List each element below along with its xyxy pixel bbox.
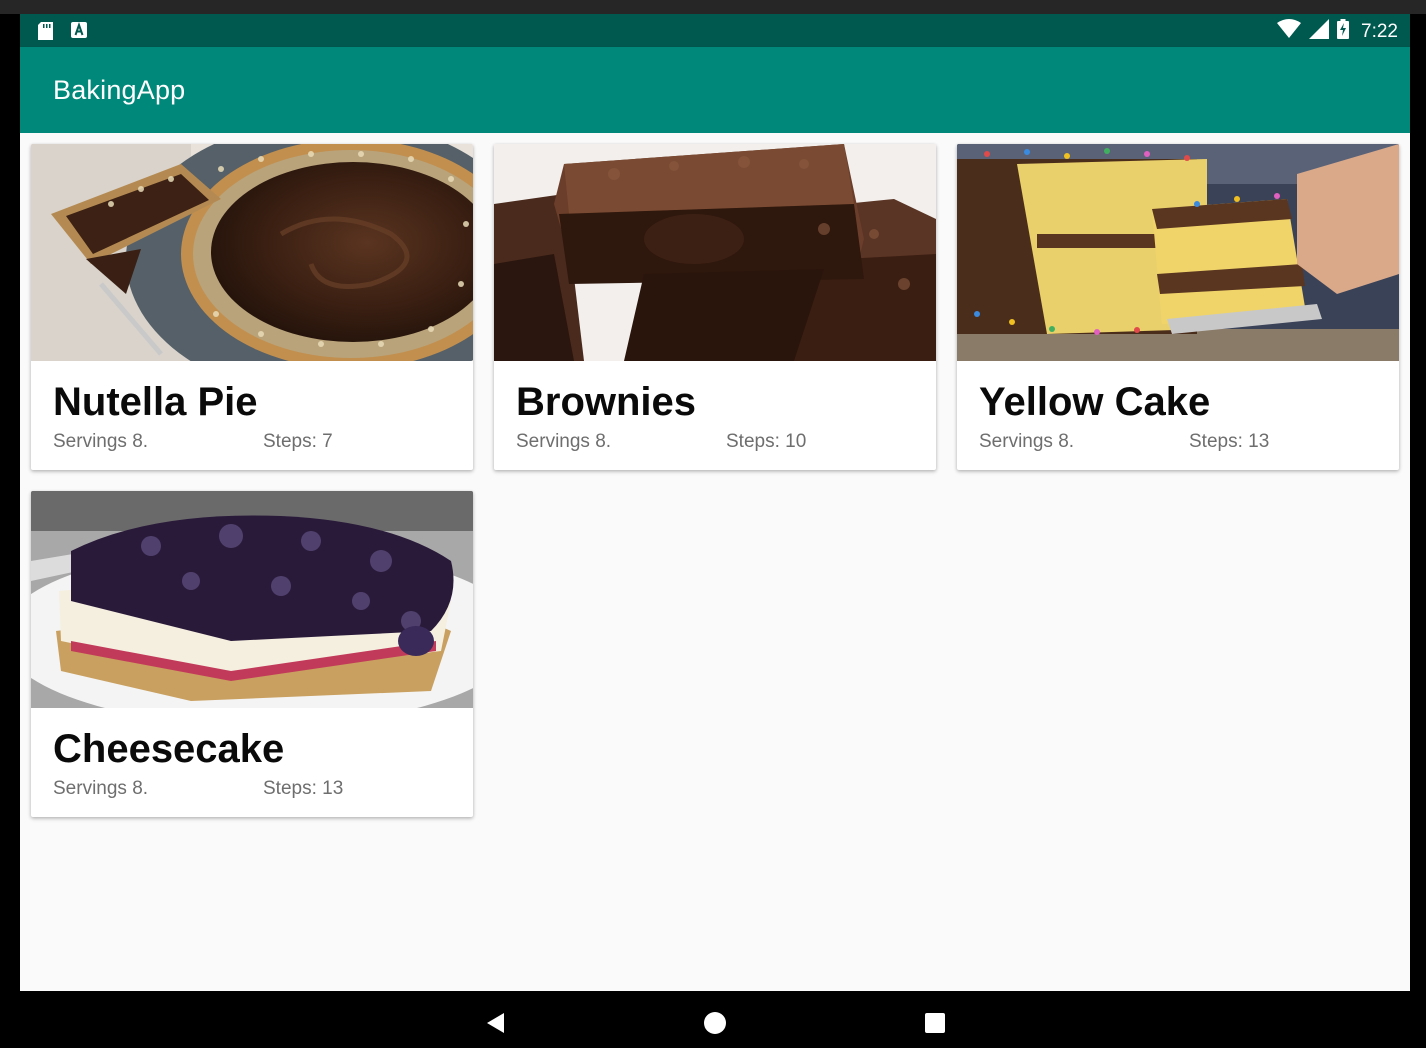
recipe-card-brownies[interactable]: Brownies Servings 8. Steps: 10	[494, 144, 936, 470]
status-notifications	[38, 22, 87, 40]
emulator-frame-top	[0, 0, 1426, 14]
status-bar: 7:22	[20, 14, 1410, 47]
app-title: BakingApp	[53, 75, 186, 105]
recipe-name: Yellow Cake	[979, 380, 1211, 424]
recipe-image	[31, 144, 473, 361]
wifi-icon	[1277, 19, 1302, 44]
recipe-image	[957, 144, 1399, 361]
recipe-servings: Servings 8.	[53, 778, 149, 799]
navigation-bar	[0, 991, 1426, 1048]
recipe-image	[494, 144, 936, 361]
recipe-card-cheesecake[interactable]: Cheesecake Servings 8. Steps: 13	[31, 491, 473, 817]
app-toolbar: BakingApp	[20, 47, 1410, 133]
recipe-steps: Steps: 13	[1189, 431, 1270, 452]
recipe-servings: Servings 8.	[516, 431, 612, 452]
sd-card-icon	[38, 22, 53, 40]
recents-icon[interactable]	[922, 1010, 948, 1036]
recipe-servings: Servings 8.	[53, 431, 149, 452]
recipe-grid: Nutella Pie Servings 8. Steps: 7 Brownie…	[20, 133, 1410, 991]
recipe-name: Brownies	[516, 380, 697, 424]
emulator-frame-right	[1410, 14, 1426, 991]
recipe-name: Nutella Pie	[53, 380, 258, 424]
recipe-card-yellow-cake[interactable]: Yellow Cake Servings 8. Steps: 13	[957, 144, 1399, 470]
battery-charging-icon	[1337, 19, 1350, 44]
recipe-image	[31, 491, 473, 708]
status-clock: 7:22	[1361, 20, 1398, 42]
recipe-name: Cheesecake	[53, 727, 285, 771]
recipe-steps: Steps: 13	[263, 778, 344, 799]
recipe-card-nutella-pie[interactable]: Nutella Pie Servings 8. Steps: 7	[31, 144, 473, 470]
cell-signal-icon	[1309, 19, 1330, 44]
a-notification-icon	[71, 22, 87, 40]
recipe-steps: Steps: 7	[263, 431, 333, 452]
home-icon[interactable]	[702, 1010, 728, 1036]
back-icon[interactable]	[483, 1010, 509, 1036]
recipe-servings: Servings 8.	[979, 431, 1075, 452]
emulator-frame-left	[0, 14, 20, 991]
recipe-steps: Steps: 10	[726, 431, 807, 452]
status-system-icons: 7:22	[1277, 19, 1398, 44]
